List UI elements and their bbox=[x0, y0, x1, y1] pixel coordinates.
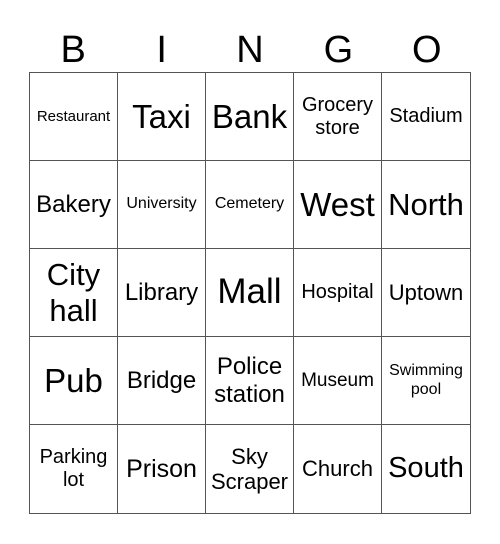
bingo-grid: Restaurant Taxi Bank Grocery store Stadium Ba… bbox=[29, 72, 471, 514]
bingo-cell[interactable]: Cemetery bbox=[206, 161, 294, 249]
header-letter-i: I bbox=[156, 29, 167, 71]
bingo-cell[interactable]: Bridge bbox=[118, 337, 206, 425]
bingo-cell[interactable]: University bbox=[118, 161, 206, 249]
bingo-cell[interactable]: West bbox=[294, 161, 382, 249]
bingo-cell[interactable]: Hospital bbox=[294, 249, 382, 337]
bingo-cell[interactable]: North bbox=[382, 161, 470, 249]
bingo-cell[interactable]: Mall bbox=[206, 249, 294, 337]
header-letter-g: G bbox=[323, 29, 354, 71]
header-letter-o: O bbox=[412, 29, 442, 71]
bingo-cell[interactable]: City hall bbox=[30, 249, 118, 337]
bingo-header: B I N G O bbox=[29, 28, 471, 72]
bingo-cell[interactable]: Police station bbox=[206, 337, 294, 425]
bingo-cell[interactable]: Swimming pool bbox=[382, 337, 470, 425]
bingo-cell[interactable]: Bank bbox=[206, 73, 294, 161]
bingo-cell[interactable]: Sky Scraper bbox=[206, 425, 294, 513]
bingo-cell[interactable]: Grocery store bbox=[294, 73, 382, 161]
bingo-cell[interactable]: Taxi bbox=[118, 73, 206, 161]
bingo-cell[interactable]: Church bbox=[294, 425, 382, 513]
bingo-cell[interactable]: Restaurant bbox=[30, 73, 118, 161]
bingo-cell[interactable]: Library bbox=[118, 249, 206, 337]
bingo-cell[interactable]: Parking lot bbox=[30, 425, 118, 513]
bingo-cell[interactable]: Stadium bbox=[382, 73, 470, 161]
bingo-cell[interactable]: South bbox=[382, 425, 470, 513]
bingo-cell[interactable]: Pub bbox=[30, 337, 118, 425]
bingo-cell[interactable]: Uptown bbox=[382, 249, 470, 337]
bingo-cell[interactable]: Bakery bbox=[30, 161, 118, 249]
bingo-cell[interactable]: Prison bbox=[118, 425, 206, 513]
bingo-cell[interactable]: Museum bbox=[294, 337, 382, 425]
header-letter-n: N bbox=[236, 29, 264, 71]
header-letter-b: B bbox=[60, 29, 86, 71]
